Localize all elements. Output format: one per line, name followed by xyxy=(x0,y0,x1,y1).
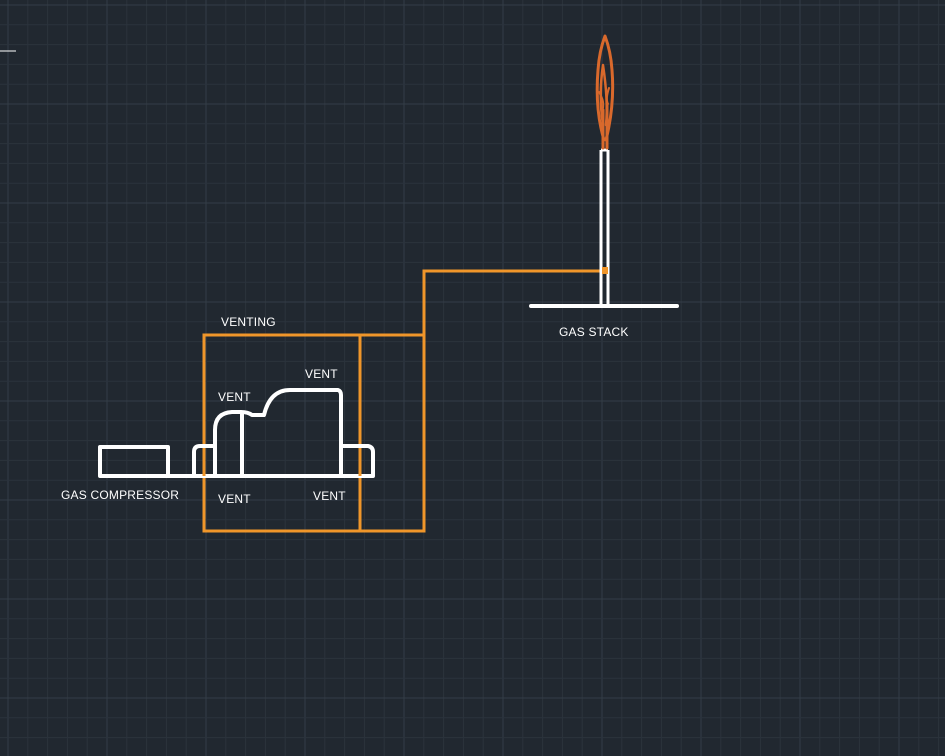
label-vent-bottom-left: VENT xyxy=(218,492,251,506)
label-vent-bottom-right: VENT xyxy=(313,489,346,503)
label-venting: VENTING xyxy=(221,315,276,329)
label-vent-top-left: VENT xyxy=(218,390,251,404)
label-gas-stack: GAS STACK xyxy=(559,325,629,339)
label-vent-top-right: VENT xyxy=(305,367,338,381)
canvas-background xyxy=(0,0,945,756)
label-gas-compressor: GAS COMPRESSOR xyxy=(61,488,179,502)
cad-drawing-canvas[interactable]: VENTING VENT VENT VENT VENT GAS COMPRESS… xyxy=(0,0,945,756)
